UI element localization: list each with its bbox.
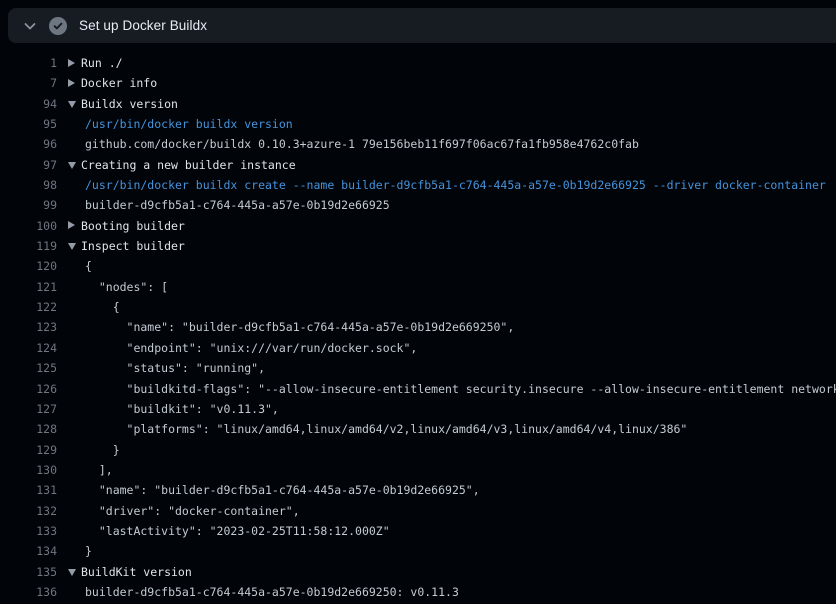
log-text: }: [85, 440, 120, 460]
line-number[interactable]: 123: [0, 317, 57, 337]
log-line: 98 /usr/bin/docker buildx create --name …: [0, 175, 836, 195]
log-text: {: [85, 297, 120, 317]
log-line: 125 "status": "running",: [0, 358, 836, 378]
line-number[interactable]: 131: [0, 480, 57, 500]
log-line[interactable]: 119 Inspect builder: [0, 236, 836, 256]
log-line: 123 "name": "builder-d9cfb5a1-c764-445a-…: [0, 317, 836, 337]
line-number[interactable]: 121: [0, 277, 57, 297]
log-line: 120 {: [0, 256, 836, 276]
log-line[interactable]: 135 BuildKit version: [0, 562, 836, 582]
log-text: "buildkit": "v0.11.3",: [85, 399, 279, 419]
log-text: "platforms": "linux/amd64,linux/amd64/v2…: [85, 419, 687, 439]
log-text: "name": "builder-d9cfb5a1-c764-445a-a57e…: [85, 480, 480, 500]
line-number[interactable]: 122: [0, 297, 57, 317]
line-number[interactable]: 124: [0, 338, 57, 358]
log-line[interactable]: 100 Booting builder: [0, 216, 836, 236]
log-text: "status": "running",: [85, 358, 265, 378]
line-number[interactable]: 94: [0, 94, 57, 114]
step-title: Set up Docker Buildx: [79, 18, 207, 33]
log-line: 126 "buildkitd-flags": "--allow-insecure…: [0, 379, 836, 399]
chevron-down-icon[interactable]: [22, 18, 38, 34]
log-text: /usr/bin/docker buildx create --name bui…: [85, 175, 826, 195]
line-number[interactable]: 134: [0, 541, 57, 561]
log-line: 96 github.com/docker/buildx 0.10.3+azure…: [0, 134, 836, 154]
log-text: /usr/bin/docker buildx version: [85, 114, 293, 134]
line-number[interactable]: 132: [0, 501, 57, 521]
log-line: 131 "name": "builder-d9cfb5a1-c764-445a-…: [0, 480, 836, 500]
log-line: 128 "platforms": "linux/amd64,linux/amd6…: [0, 419, 836, 439]
group-toggle-triangle-icon[interactable]: [68, 569, 76, 576]
log-text[interactable]: BuildKit version: [81, 562, 192, 582]
log-text: "driver": "docker-container",: [85, 501, 300, 521]
log-line: 124 "endpoint": "unix:///var/run/docker.…: [0, 338, 836, 358]
log-line: 122 {: [0, 297, 836, 317]
line-number[interactable]: 127: [0, 399, 57, 419]
group-toggle-triangle-icon[interactable]: [68, 221, 75, 229]
log-text: builder-d9cfb5a1-c764-445a-a57e-0b19d2e6…: [85, 195, 390, 215]
log-line[interactable]: 97 Creating a new builder instance: [0, 155, 836, 175]
line-number[interactable]: 7: [0, 73, 57, 93]
log-line[interactable]: 7 Docker info: [0, 73, 836, 93]
line-number[interactable]: 97: [0, 155, 57, 175]
line-number[interactable]: 129: [0, 440, 57, 460]
line-number[interactable]: 130: [0, 460, 57, 480]
line-number[interactable]: 99: [0, 195, 57, 215]
log-line: 129 }: [0, 440, 836, 460]
line-number[interactable]: 98: [0, 175, 57, 195]
line-number[interactable]: 125: [0, 358, 57, 378]
log-line: 95 /usr/bin/docker buildx version: [0, 114, 836, 134]
log-text: github.com/docker/buildx 0.10.3+azure-1 …: [85, 134, 639, 154]
log-line[interactable]: 1 Run ./: [0, 53, 836, 73]
log-text: "endpoint": "unix:///var/run/docker.sock…: [85, 338, 417, 358]
log-line: 130 ],: [0, 460, 836, 480]
line-number[interactable]: 120: [0, 256, 57, 276]
group-toggle-triangle-icon[interactable]: [68, 101, 76, 108]
actions-log-viewer: Set up Docker Buildx 1 Run ./ 7 Docker i…: [0, 0, 836, 604]
line-number[interactable]: 136: [0, 582, 57, 602]
line-number[interactable]: 119: [0, 236, 57, 256]
line-number[interactable]: 100: [0, 216, 57, 236]
log-text: "lastActivity": "2023-02-25T11:58:12.000…: [85, 521, 390, 541]
log-line: 132 "driver": "docker-container",: [0, 501, 836, 521]
group-toggle-triangle-icon[interactable]: [68, 59, 75, 67]
log-text[interactable]: Buildx version: [81, 94, 178, 114]
log-text: "buildkitd-flags": "--allow-insecure-ent…: [85, 379, 836, 399]
log-line: 136 builder-d9cfb5a1-c764-445a-a57e-0b19…: [0, 582, 836, 602]
log-output: 1 Run ./ 7 Docker info 94 Buildx version…: [0, 53, 836, 602]
log-text: {: [85, 256, 92, 276]
log-text: builder-d9cfb5a1-c764-445a-a57e-0b19d2e6…: [85, 582, 459, 602]
log-text: "name": "builder-d9cfb5a1-c764-445a-a57e…: [85, 317, 514, 337]
log-text[interactable]: Booting builder: [81, 216, 185, 236]
line-number[interactable]: 135: [0, 562, 57, 582]
log-text[interactable]: Docker info: [81, 73, 157, 93]
line-number[interactable]: 96: [0, 134, 57, 154]
line-number[interactable]: 126: [0, 379, 57, 399]
log-text[interactable]: Inspect builder: [81, 236, 185, 256]
log-text: }: [85, 541, 92, 561]
line-number[interactable]: 133: [0, 521, 57, 541]
log-line: 133 "lastActivity": "2023-02-25T11:58:12…: [0, 521, 836, 541]
log-line: 134 }: [0, 541, 836, 561]
group-toggle-triangle-icon[interactable]: [68, 243, 76, 250]
log-line: 99 builder-d9cfb5a1-c764-445a-a57e-0b19d…: [0, 195, 836, 215]
line-number[interactable]: 95: [0, 114, 57, 134]
log-line: 127 "buildkit": "v0.11.3",: [0, 399, 836, 419]
log-text: ],: [85, 460, 113, 480]
log-line: 121 "nodes": [: [0, 277, 836, 297]
step-header-bar[interactable]: Set up Docker Buildx: [8, 8, 836, 43]
line-number[interactable]: 128: [0, 419, 57, 439]
group-toggle-triangle-icon[interactable]: [68, 79, 75, 87]
group-toggle-triangle-icon[interactable]: [68, 162, 76, 169]
log-line[interactable]: 94 Buildx version: [0, 94, 836, 114]
log-text[interactable]: Creating a new builder instance: [81, 155, 296, 175]
check-circle-icon: [49, 17, 67, 35]
log-text[interactable]: Run ./: [81, 53, 123, 73]
line-number[interactable]: 1: [0, 53, 57, 73]
log-text: "nodes": [: [85, 277, 168, 297]
